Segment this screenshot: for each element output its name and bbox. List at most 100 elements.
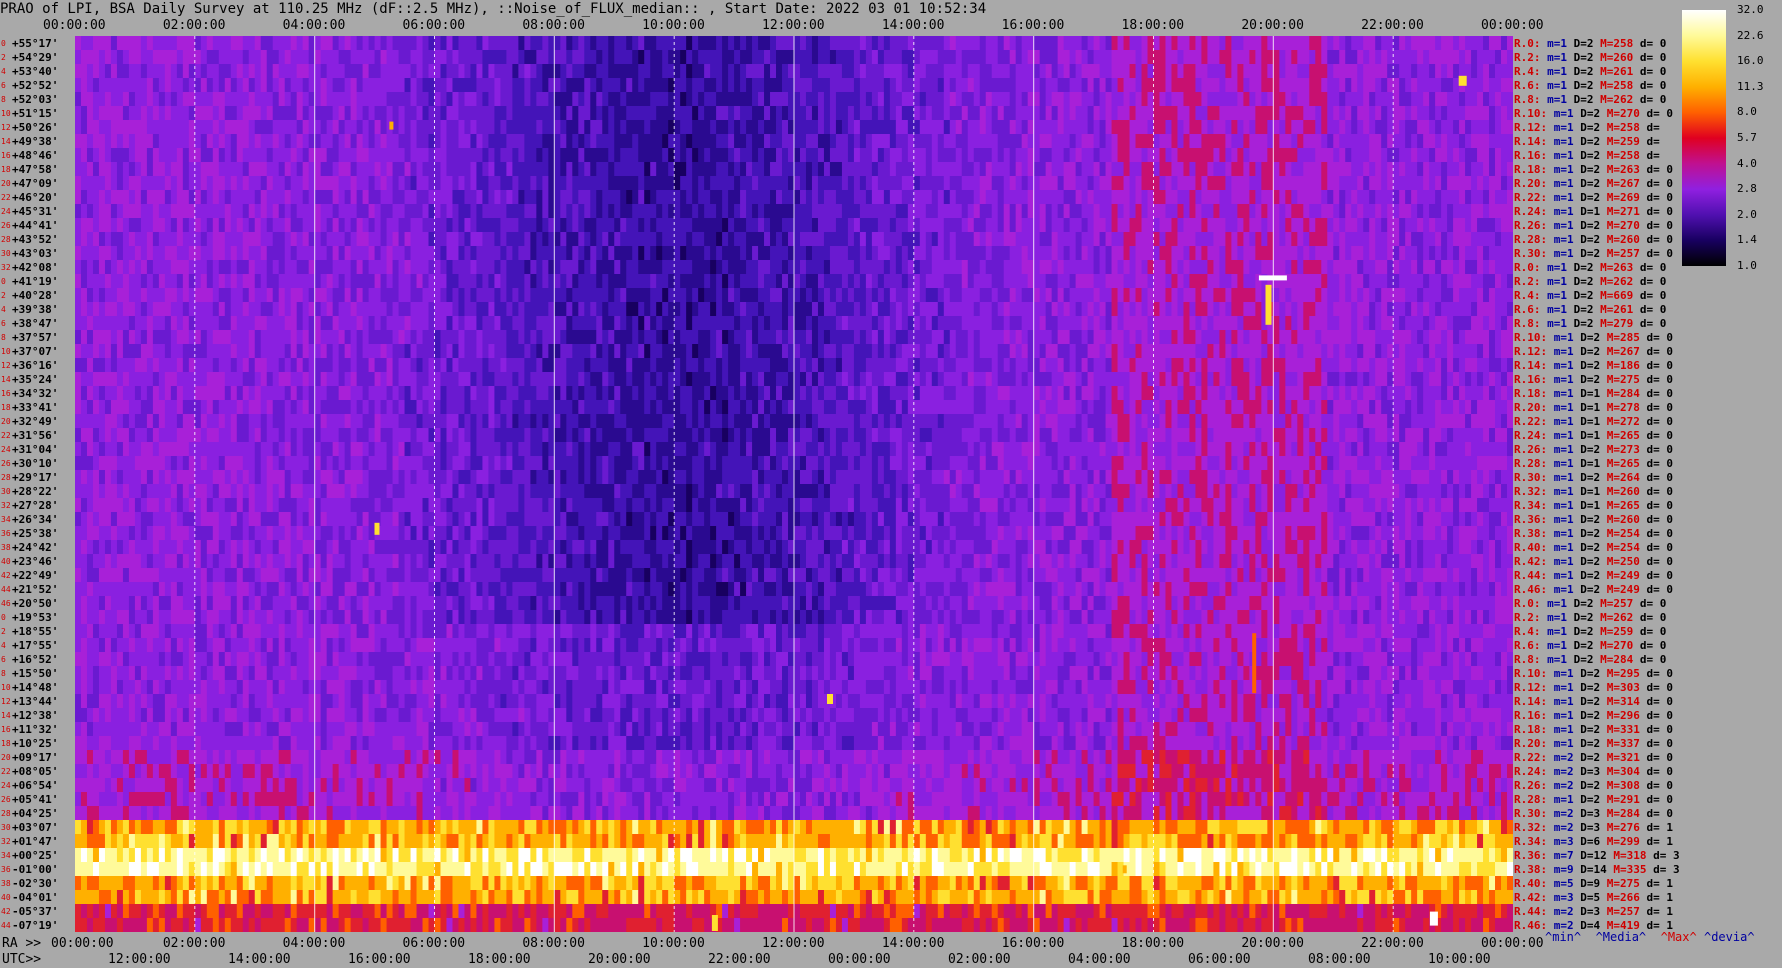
beam-id: R.42: [1514,554,1554,568]
stat-deviation: d= 0 [1646,218,1674,232]
stat-deviation: d= 0 [1639,596,1667,610]
stat-median: D=1 [1580,428,1607,442]
stat-max: M=276 [1606,820,1647,834]
beam-id: R.18: [1514,162,1554,176]
beam-index: 36 [1,864,11,874]
stat-max: M=257 [1600,596,1640,610]
beam-id: R.44: [1514,568,1554,582]
beam-id: R.34: [1514,498,1554,512]
beam-index: 22 [1,192,11,202]
stat-max: M=265 [1606,498,1647,512]
declination-label: -01°00' [12,862,59,876]
beam-id: R.6: [1514,78,1548,92]
stat-max: M=267 [1606,344,1647,358]
stats-row: R.16: m=1 D=2 M=275 d= 0 [1514,374,1673,385]
stat-median: D=2 [1580,512,1607,526]
stat-median: D=14 [1580,862,1614,876]
ra-axis-tick: 02:00:00 [162,936,226,951]
stat-deviation: d= 0 [1646,372,1674,386]
beam-index: 10 [1,682,11,692]
colorbar-tick: 22.6 [1737,28,1764,42]
ra-axis-tick: 08:00:00 [522,936,585,951]
beam-index: 22 [1,766,11,776]
beam-index: 30 [1,486,11,496]
utc-axis-tick: 04:00:00 [1068,952,1131,967]
stat-min: m=1 [1553,358,1581,372]
stat-deviation: d= 0 [1639,624,1667,638]
ra-axis-tick: 04:00:00 [282,936,346,951]
stat-median: D=2 [1573,50,1601,64]
beam-index: 22 [1,430,11,440]
declination-label: +26°34' [12,512,59,526]
stat-deviation: d= 1 [1646,876,1674,890]
stat-max: M=308 [1606,778,1647,792]
declination-label: -04°01' [12,890,59,904]
stats-row: R.8: m=1 D=2 M=284 d= 0 [1514,654,1666,665]
stats-row: R.30: m=1 D=2 M=264 d= 0 [1514,472,1673,483]
declination-label: +31°56' [12,428,59,442]
beam-index: 14 [1,710,11,720]
stat-min: m=1 [1547,302,1574,316]
stat-median: D=2 [1580,134,1607,148]
stat-median: D=2 [1573,78,1601,92]
stats-row: R.2: m=1 D=2 M=262 d= 0 [1514,612,1666,623]
stats-row: R.40: m=1 D=2 M=254 d= 0 [1514,542,1673,553]
stat-median: D=2 [1580,708,1607,722]
stat-median: D=2 [1580,568,1607,582]
stats-row: R.32: m=1 D=1 M=260 d= 0 [1514,486,1673,497]
beam-index: 8 [1,332,6,342]
top-axis-tick: 00:00:00 [1481,18,1544,33]
beam-index: 32 [1,836,11,846]
stat-median: D=1 [1580,498,1607,512]
stats-row: R.46: m=1 D=2 M=249 d= 0 [1514,584,1673,595]
stat-median: D=2 [1580,470,1607,484]
stat-deviation: d= 0 [1646,750,1674,764]
stat-max: M=261 [1600,302,1640,316]
stat-deviation: d= 0 [1646,358,1674,372]
stat-deviation: d= 0 [1646,176,1674,190]
stats-row: R.12: m=1 D=2 M=303 d= 0 [1514,682,1673,693]
colorbar-tick: 2.0 [1737,207,1757,221]
stats-row: R.24: m=1 D=1 M=271 d= 0 [1514,206,1673,217]
utc-axis-tick: 10:00:00 [1428,952,1491,967]
stats-row: R.36: m=1 D=2 M=260 d= 0 [1514,514,1673,525]
stat-max: M=260 [1606,232,1647,246]
beam-id: R.14: [1514,134,1554,148]
colorbar-tick: 5.7 [1737,131,1757,144]
stats-row: R.14: m=1 D=2 M=259 d= [1514,136,1660,147]
stat-max: M=260 [1606,484,1647,498]
bright-source [1265,284,1272,325]
beam-index: 34 [1,850,11,860]
colorbar-tick: 1.4 [1737,233,1757,247]
beam-index: 30 [1,822,11,832]
stats-row: R.22: m=2 D=2 M=321 d= 0 [1514,752,1673,763]
beam-index: 42 [1,906,11,916]
stat-deviation: d= 0 [1646,680,1674,694]
stat-max: M=258 [1600,36,1640,50]
declination-label: +27°28' [12,498,59,512]
stat-min: m=1 [1553,736,1581,750]
stat-max: M=335 [1613,862,1654,876]
stat-deviation: d= 0 [1646,106,1674,120]
declination-label: +51°15' [12,106,59,120]
stat-deviation: d= 0 [1639,316,1667,330]
declination-label: +34°32' [12,386,59,400]
beam-index: 38 [1,542,11,552]
bright-source [389,121,394,130]
declination-label: +43°03' [12,246,59,260]
beam-id: R.44: [1514,904,1554,918]
stat-median: D=2 [1580,582,1607,596]
stats-row: R.36: m=7 D=12 M=318 d= 3 [1514,850,1680,861]
stat-median: D=2 [1573,596,1601,610]
beam-index: 32 [1,262,11,272]
stat-median: D=2 [1580,190,1607,204]
stat-deviation: d= 0 [1646,484,1674,498]
stat-deviation: d= 0 [1639,92,1667,106]
declination-label: +48°46' [12,148,59,162]
stat-deviation: d= 0 [1646,330,1674,344]
declination-label: +00°25' [12,848,59,862]
stat-min: m=5 [1553,876,1581,890]
stat-max: M=258 [1606,120,1647,134]
stat-median: D=2 [1580,442,1607,456]
stat-median: D=2 [1580,680,1607,694]
